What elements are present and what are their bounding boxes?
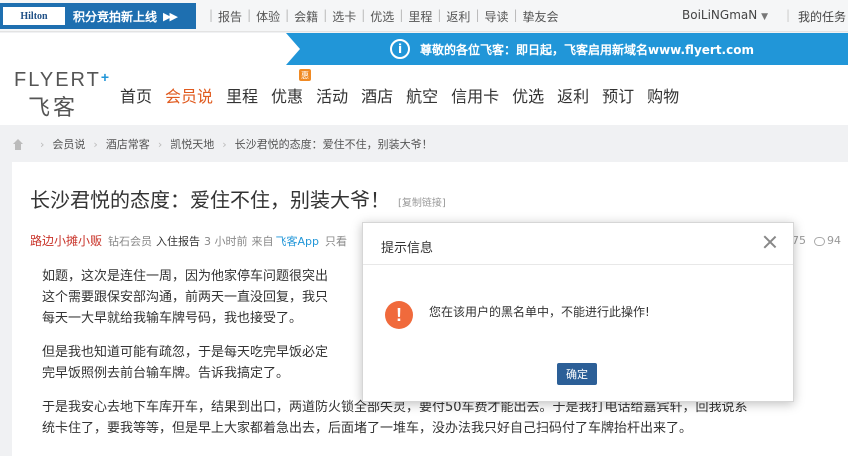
main-nav-label: 航空 bbox=[406, 87, 439, 106]
article-meta: 路边小摊小贩 钻石会员 入住报告 3 小时前 来自 飞客App 只看 bbox=[30, 232, 347, 249]
main-nav-label: 优选 bbox=[512, 87, 545, 106]
article-title: 长沙君悦的态度：爱住不住，别装大爷！ [复制链接] bbox=[30, 188, 446, 212]
paragraph: 于是我安心去地下车库开车，结果到出口，两道防火锁全部失灵，要付50车费才能出去。… bbox=[42, 400, 748, 436]
info-icon: i bbox=[390, 39, 410, 59]
notice-text: 尊敬的各位飞客：即日起，飞客启用新域名www.flyert.com bbox=[420, 42, 754, 57]
breadcrumb-bar: › 会员说 › 酒店常客 › 凯悦天地 › 长沙君悦的态度：爱住不住，别装大爷！ bbox=[0, 126, 848, 158]
user-menu[interactable]: BoiLiNGmaN ▼ bbox=[682, 8, 768, 22]
main-nav-label: 购物 bbox=[647, 87, 680, 106]
site-header: i 尊敬的各位飞客：即日起，飞客启用新域名www.flyert.com FLYE… bbox=[0, 33, 848, 125]
post-time: 3 小时前 bbox=[204, 234, 248, 248]
divider: | bbox=[786, 8, 791, 22]
logo-en: FLYERT+ bbox=[14, 69, 112, 91]
main-nav-item[interactable]: 航空 bbox=[406, 83, 438, 107]
comment-icon bbox=[814, 236, 825, 246]
home-icon[interactable] bbox=[12, 138, 24, 150]
nav-divider: | bbox=[247, 8, 252, 22]
ok-button[interactable]: 确定 bbox=[557, 363, 597, 385]
hilton-promo-text: 积分竞拍新上线 bbox=[73, 9, 158, 24]
breadcrumb-separator: › bbox=[157, 137, 163, 151]
source-app-link[interactable]: 飞客App bbox=[276, 233, 320, 249]
breadcrumb-separator: › bbox=[40, 137, 45, 151]
top-nav-item[interactable]: 挚友会 bbox=[523, 8, 559, 25]
nav-divider: | bbox=[209, 8, 214, 22]
main-nav-item[interactable]: 信用卡 bbox=[451, 83, 499, 107]
main-nav-label: 信用卡 bbox=[451, 87, 500, 106]
nav-divider: | bbox=[513, 8, 518, 22]
plus-icon: + bbox=[100, 69, 112, 85]
username: BoiLiNGmaN bbox=[682, 8, 758, 22]
main-nav-item[interactable]: 首页 bbox=[120, 83, 152, 107]
main-nav-label: 会员说 bbox=[165, 87, 214, 106]
site-logo[interactable]: FLYERT+ 飞客 bbox=[14, 69, 110, 125]
article-stats: 75 94 bbox=[792, 234, 841, 247]
notice-banner: i 尊敬的各位飞客：即日起，飞客启用新域名www.flyert.com bbox=[286, 33, 848, 65]
top-nav-item[interactable]: 返利 bbox=[446, 8, 470, 25]
main-nav-item[interactable]: 返利 bbox=[557, 83, 589, 107]
main-nav-item[interactable]: 优惠 惠 bbox=[271, 69, 312, 107]
nav-divider: | bbox=[399, 8, 404, 22]
breadcrumb-item[interactable]: 长沙君悦的态度：爱住不住，别装大爷！ bbox=[235, 136, 433, 152]
dialog-title: 提示信息 bbox=[381, 241, 434, 256]
main-nav-label: 首页 bbox=[120, 87, 153, 106]
dialog-header: 提示信息 bbox=[363, 223, 793, 265]
breadcrumb-item[interactable]: 酒店常客 bbox=[106, 136, 150, 152]
author-link[interactable]: 路边小摊小贩 bbox=[30, 232, 102, 249]
my-tasks-link[interactable]: 我的任务 bbox=[798, 8, 846, 25]
main-nav-label: 优惠 bbox=[271, 87, 304, 106]
main-nav: 首页 会员说 里程 优惠 惠活动 酒店 航空 信用卡 优选 返利 预订 购物 bbox=[120, 69, 692, 107]
breadcrumb-separator: › bbox=[93, 137, 98, 151]
main-nav-item[interactable]: 酒店 bbox=[361, 83, 393, 107]
only-view-link[interactable]: 只看 bbox=[325, 233, 347, 249]
main-nav-item[interactable]: 活动 bbox=[316, 83, 348, 107]
top-nav-item[interactable]: 选卡 bbox=[332, 8, 356, 25]
main-nav-item[interactable]: 购物 bbox=[647, 83, 679, 107]
nav-divider: | bbox=[437, 8, 442, 22]
top-nav-item[interactable]: 报告 bbox=[218, 8, 242, 25]
hilton-promo-banner[interactable]: Hilton 积分竞拍新上线 ▶▶ bbox=[0, 3, 196, 29]
breadcrumb-separator: › bbox=[222, 137, 227, 151]
alert-dialog: 提示信息 ! 您在该用户的黑名单中，不能进行此操作! 确定 bbox=[362, 222, 794, 402]
main-nav-item[interactable]: 优选 bbox=[512, 83, 544, 107]
breadcrumb-item[interactable]: 会员说 bbox=[52, 136, 85, 152]
main-nav-label: 活动 bbox=[316, 87, 349, 106]
category-link[interactable]: 入住报告 bbox=[156, 233, 200, 249]
nav-divider: | bbox=[361, 8, 366, 22]
top-nav-item[interactable]: 体验 bbox=[256, 8, 280, 25]
top-nav-item[interactable]: 会籍 bbox=[294, 8, 318, 25]
hot-badge: 惠 bbox=[299, 69, 312, 81]
main-nav-item[interactable]: 会员说 bbox=[165, 83, 213, 107]
copy-link-button[interactable]: [复制链接] bbox=[398, 198, 446, 209]
dialog-message: 您在该用户的黑名单中，不能进行此操作! bbox=[429, 305, 650, 319]
member-level: 钻石会员 bbox=[108, 234, 153, 248]
breadcrumb-item[interactable]: 凯悦天地 bbox=[170, 136, 214, 152]
main-nav-label: 返利 bbox=[557, 87, 590, 106]
top-nav-item[interactable]: 里程 bbox=[408, 8, 432, 25]
caret-down-icon: ▼ bbox=[761, 12, 768, 22]
top-nav: | 报告 | 体验 | 会籍 | 选卡 | 优选 | 里程 | 返利 | 导读 | 挚友会 bbox=[204, 8, 559, 25]
views-count: 75 bbox=[792, 234, 806, 247]
top-nav-item[interactable]: 导读 bbox=[484, 8, 508, 25]
logo-cn: 飞客 bbox=[28, 96, 79, 121]
main-nav-label: 酒店 bbox=[361, 87, 394, 106]
main-nav-item[interactable]: 里程 bbox=[226, 83, 258, 107]
double-arrow-icon: ▶▶ bbox=[163, 9, 178, 23]
nav-divider: | bbox=[323, 8, 328, 22]
main-nav-label: 里程 bbox=[226, 87, 259, 106]
nav-divider: | bbox=[285, 8, 290, 22]
close-icon[interactable] bbox=[761, 233, 779, 251]
main-nav-label: 预订 bbox=[602, 87, 635, 106]
nav-divider: | bbox=[475, 8, 480, 22]
top-bar: Hilton 积分竞拍新上线 ▶▶ | 报告 | 体验 | 会籍 | 选卡 | 优选 | 里程 | 返利 |… bbox=[0, 0, 848, 32]
top-nav-item[interactable]: 优选 bbox=[370, 8, 394, 25]
warning-icon: ! bbox=[385, 301, 413, 329]
hilton-logo: Hilton bbox=[3, 7, 65, 25]
source-prefix: 来自 bbox=[251, 234, 274, 248]
breadcrumb: › 会员说 › 酒店常客 › 凯悦天地 › 长沙君悦的态度：爱住不住，别装大爷！ bbox=[12, 136, 433, 152]
main-nav-item[interactable]: 预订 bbox=[602, 83, 634, 107]
comments-count: 94 bbox=[827, 234, 841, 247]
